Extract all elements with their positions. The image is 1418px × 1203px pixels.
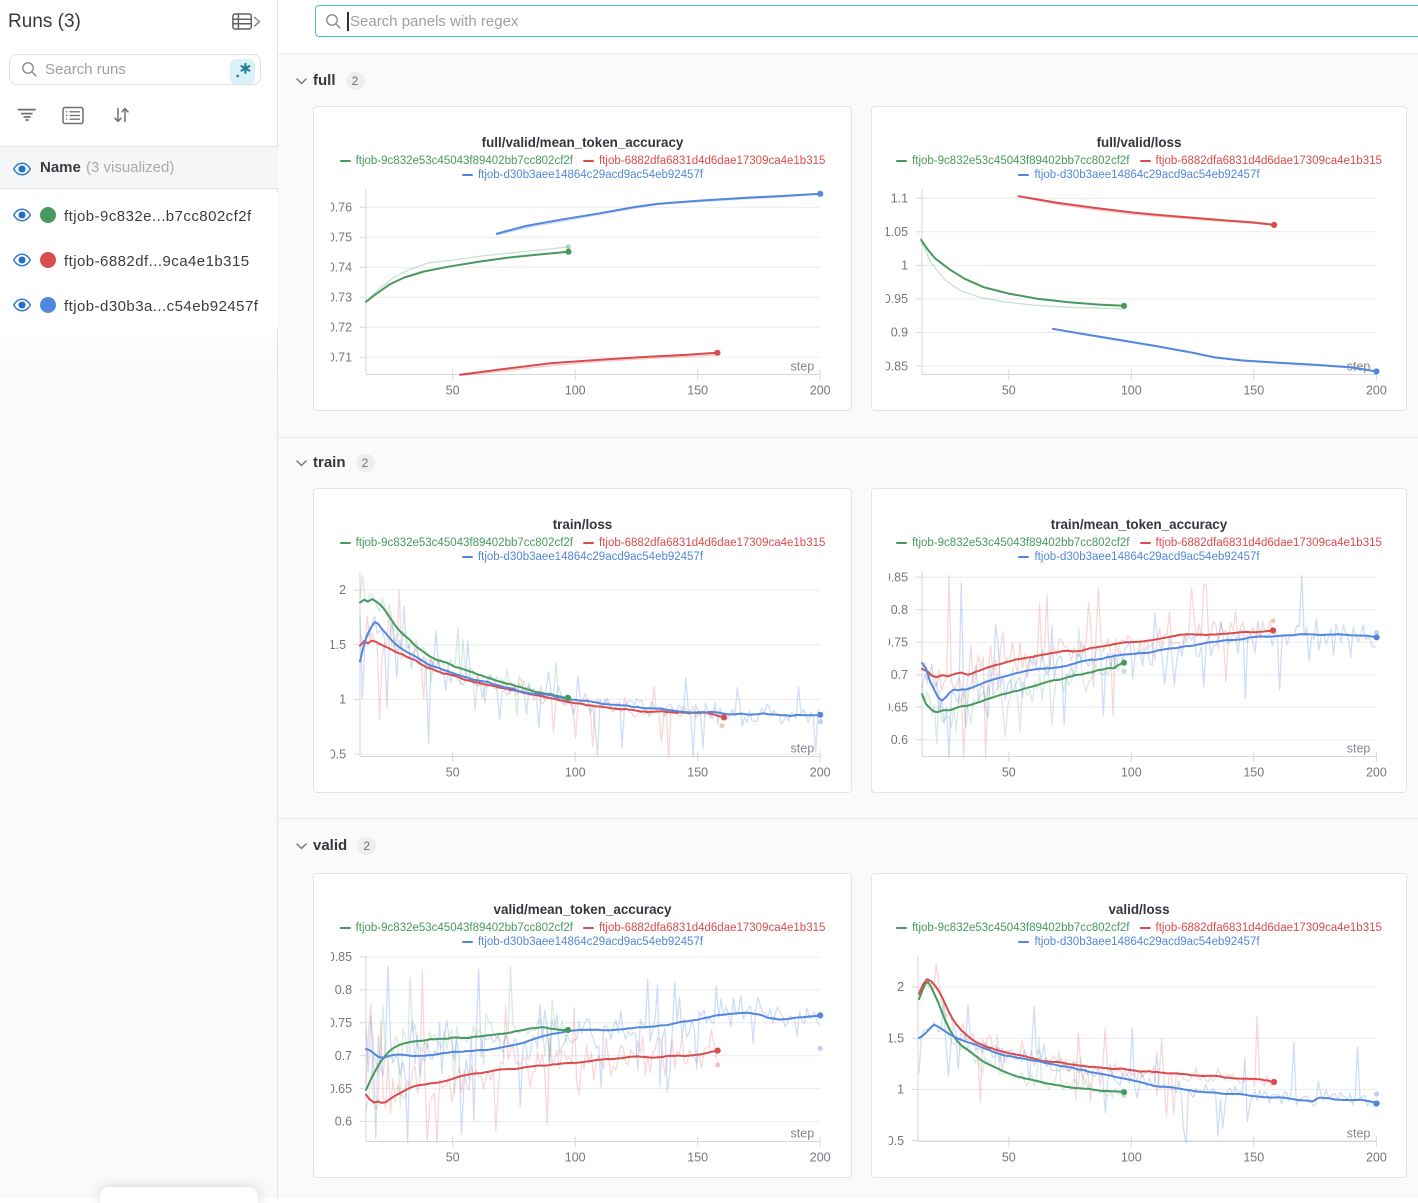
svg-text:1: 1 (339, 693, 346, 707)
svg-text:0.74: 0.74 (328, 261, 352, 275)
svg-text:step: step (791, 1127, 815, 1141)
svg-text:0.75: 0.75 (884, 635, 908, 649)
svg-text:0.72: 0.72 (328, 321, 352, 335)
svg-text:100: 100 (1121, 384, 1142, 398)
svg-text:50: 50 (446, 766, 460, 780)
svg-text:0.6: 0.6 (891, 733, 908, 747)
svg-text:100: 100 (1121, 766, 1142, 780)
svg-text:200: 200 (810, 1151, 831, 1165)
svg-text:200: 200 (810, 766, 831, 780)
svg-text:1: 1 (901, 259, 908, 273)
svg-text:150: 150 (1243, 1151, 1264, 1165)
svg-text:0.85: 0.85 (884, 359, 908, 373)
svg-text:200: 200 (1366, 384, 1387, 398)
svg-text:2: 2 (339, 583, 346, 597)
svg-text:1.05: 1.05 (884, 225, 908, 239)
svg-text:0.65: 0.65 (884, 700, 908, 714)
svg-text:100: 100 (565, 1151, 586, 1165)
svg-text:150: 150 (687, 384, 708, 398)
svg-text:0.76: 0.76 (328, 201, 352, 215)
svg-text:1: 1 (897, 1083, 904, 1097)
svg-text:50: 50 (1002, 384, 1016, 398)
svg-text:100: 100 (565, 766, 586, 780)
svg-text:1.5: 1.5 (329, 638, 346, 652)
svg-text:0.85: 0.85 (328, 950, 352, 964)
svg-text:0.73: 0.73 (328, 291, 352, 305)
svg-text:0.65: 0.65 (328, 1082, 352, 1096)
svg-text:50: 50 (1002, 1151, 1016, 1165)
svg-text:0.75: 0.75 (328, 231, 352, 245)
svg-text:50: 50 (446, 384, 460, 398)
svg-text:100: 100 (1121, 1151, 1142, 1165)
svg-text:0.5: 0.5 (887, 1134, 904, 1148)
svg-text:0.75: 0.75 (328, 1016, 352, 1030)
svg-text:150: 150 (1243, 384, 1264, 398)
svg-text:0.8: 0.8 (891, 603, 908, 617)
svg-text:2: 2 (897, 980, 904, 994)
svg-text:0.85: 0.85 (884, 570, 908, 584)
svg-text:50: 50 (1002, 766, 1016, 780)
svg-text:0.71: 0.71 (328, 351, 352, 365)
svg-text:0.9: 0.9 (891, 326, 908, 340)
svg-text:200: 200 (1366, 1151, 1387, 1165)
svg-text:200: 200 (1366, 766, 1387, 780)
svg-text:0.95: 0.95 (884, 292, 908, 306)
svg-text:0.7: 0.7 (891, 668, 908, 682)
svg-text:0.5: 0.5 (329, 747, 346, 761)
svg-text:0.6: 0.6 (335, 1115, 352, 1129)
svg-text:step: step (791, 360, 815, 374)
svg-text:0.7: 0.7 (335, 1049, 352, 1063)
svg-text:150: 150 (687, 1151, 708, 1165)
svg-text:100: 100 (565, 384, 586, 398)
svg-text:0.8: 0.8 (335, 983, 352, 997)
svg-text:step: step (791, 742, 815, 756)
svg-text:200: 200 (810, 384, 831, 398)
svg-text:150: 150 (1243, 766, 1264, 780)
svg-text:50: 50 (446, 1151, 460, 1165)
svg-text:1.5: 1.5 (887, 1031, 904, 1045)
svg-text:step: step (1347, 1127, 1371, 1141)
svg-text:step: step (1347, 742, 1371, 756)
svg-text:1.1: 1.1 (891, 191, 908, 205)
svg-text:150: 150 (687, 766, 708, 780)
